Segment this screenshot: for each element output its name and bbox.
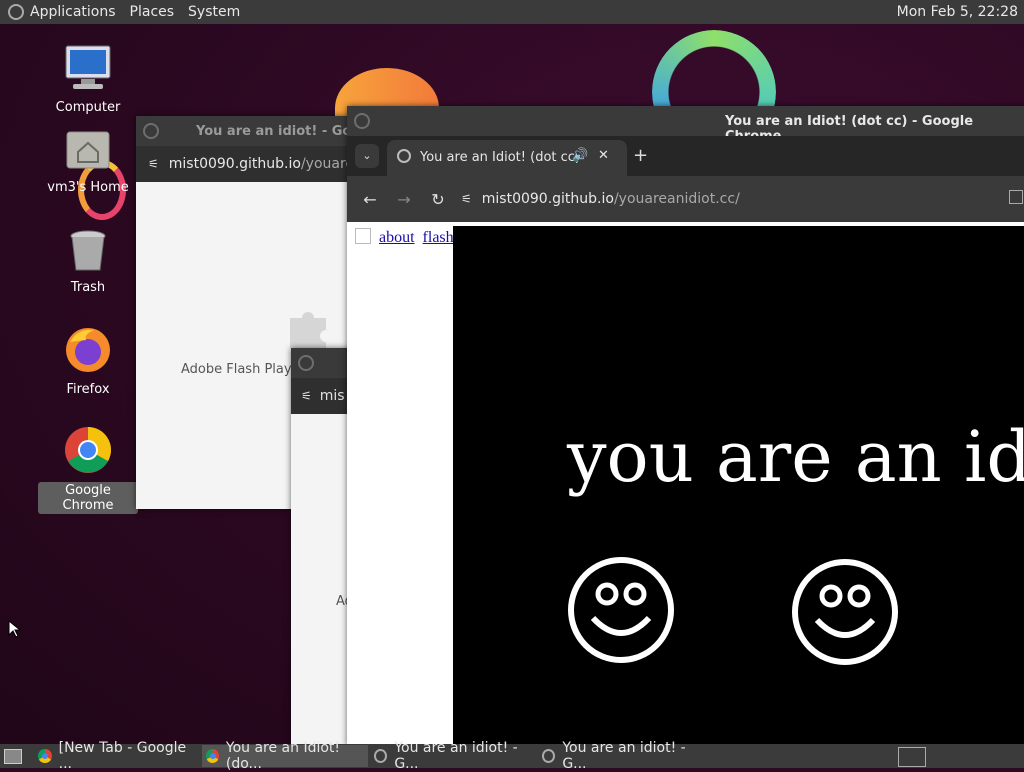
broken-image-icon xyxy=(355,228,371,244)
browser-window-main[interactable]: You are an Idiot! (dot cc) - Google Chro… xyxy=(347,106,1024,746)
desktop-icon-label: Computer xyxy=(55,100,121,115)
chrome-icon xyxy=(206,749,219,763)
tab-active[interactable]: You are an Idiot! (dot cc) 🔊 ✕ xyxy=(387,140,627,176)
home-folder-icon xyxy=(66,131,110,169)
menu-system[interactable]: System xyxy=(188,4,240,20)
show-desktop-icon[interactable] xyxy=(4,749,22,764)
window-titlebar[interactable]: You are an Idiot! (dot cc) - Google Chro… xyxy=(347,106,1024,144)
desktop-icon-trash[interactable]: Trash xyxy=(38,228,138,295)
firefox-icon xyxy=(66,328,110,372)
mouse-cursor-icon xyxy=(8,620,20,638)
taskbar-item[interactable]: You are an idiot! - G... xyxy=(370,740,536,772)
globe-icon xyxy=(374,749,388,763)
cast-icon[interactable] xyxy=(1009,190,1023,204)
desktop-icon-computer[interactable]: Computer xyxy=(38,44,138,115)
site-settings-icon[interactable]: ⚟ xyxy=(301,389,312,403)
tab-title: You are an Idiot! (dot cc) xyxy=(420,150,580,165)
window-menu-icon[interactable] xyxy=(298,355,314,371)
chrome-icon xyxy=(65,427,111,473)
desktop-icon-label: vm3's Home xyxy=(47,180,129,195)
panel-clock[interactable]: Mon Feb 5, 22:28 xyxy=(897,4,1018,20)
taskbar-item-label: You are an idiot! - G... xyxy=(562,740,686,772)
plugin-puzzle-icon xyxy=(290,312,326,348)
chrome-icon xyxy=(38,749,52,763)
taskbar-item[interactable]: [New Tab - Google ... xyxy=(34,740,200,772)
desktop-icon-label: Trash xyxy=(70,280,106,295)
tab-close-icon[interactable]: ✕ xyxy=(598,148,609,163)
url-text[interactable]: mist0090.github.io/youareanidiot.cc/ xyxy=(482,191,740,207)
back-icon[interactable]: ← xyxy=(353,190,387,209)
desktop-icon-home[interactable]: vm3's Home xyxy=(38,128,138,195)
window-menu-icon[interactable] xyxy=(143,123,159,139)
system-logo-icon[interactable] xyxy=(8,4,24,20)
url-text[interactable]: mist0090.github.io/youarea xyxy=(169,156,363,172)
url-text[interactable]: mis xyxy=(320,388,345,404)
tab-strip: ⌄ You are an Idiot! (dot cc) 🔊 ✕ + xyxy=(347,136,1024,176)
site-settings-icon[interactable]: ⚟ xyxy=(461,192,472,206)
tab-search-button[interactable]: ⌄ xyxy=(355,144,379,168)
taskbar-item-label: You are an Idiot! (do... xyxy=(225,740,341,772)
site-settings-icon[interactable]: ⚟ xyxy=(148,157,159,171)
workspace-switcher[interactable] xyxy=(898,747,926,767)
top-panel: Applications Places System Mon Feb 5, 22… xyxy=(0,0,1024,24)
smiley-face-icon xyxy=(792,559,898,665)
new-tab-icon[interactable]: + xyxy=(633,145,648,166)
desktop-icon-label: Google Chrome xyxy=(38,482,138,514)
globe-icon xyxy=(542,749,556,763)
taskbar: [New Tab - Google ... You are an Idiot! … xyxy=(0,740,1024,772)
reload-icon[interactable]: ↻ xyxy=(421,190,455,209)
globe-icon xyxy=(397,149,411,163)
desktop-icon-firefox[interactable]: Firefox xyxy=(38,326,138,397)
taskbar-item-label: [New Tab - Google ... xyxy=(58,740,187,772)
idiot-banner[interactable]: you are an idiot! xyxy=(453,226,1024,746)
menu-places[interactable]: Places xyxy=(130,4,175,20)
smiley-face-icon xyxy=(568,557,674,663)
computer-icon xyxy=(65,45,111,89)
menu-applications[interactable]: Applications xyxy=(30,4,116,20)
desktop-icon-chrome[interactable]: Google Chrome xyxy=(38,426,138,514)
navigation-bar: ← → ↻ ⚟ mist0090.github.io/youareanidiot… xyxy=(347,176,1024,222)
forward-icon[interactable]: → xyxy=(387,190,421,209)
window-menu-icon[interactable] xyxy=(354,113,370,129)
banner-text: you are an idiot! xyxy=(567,416,1024,498)
taskbar-item[interactable]: You are an idiot! - G... xyxy=(538,740,704,772)
desktop-icon-label: Firefox xyxy=(66,382,110,397)
flash-link[interactable]: flash xyxy=(423,229,454,246)
page-content: about flash you are an idiot! xyxy=(347,222,1024,746)
taskbar-item-label: You are an idiot! - G... xyxy=(394,740,518,772)
taskbar-item[interactable]: You are an Idiot! (do... xyxy=(202,740,368,772)
page-links: about flash xyxy=(355,228,454,247)
speaker-icon[interactable]: 🔊 xyxy=(572,148,588,163)
plugin-text: Adobe Flash Playe xyxy=(181,362,300,377)
trash-icon xyxy=(70,230,106,271)
about-link[interactable]: about xyxy=(379,229,415,246)
